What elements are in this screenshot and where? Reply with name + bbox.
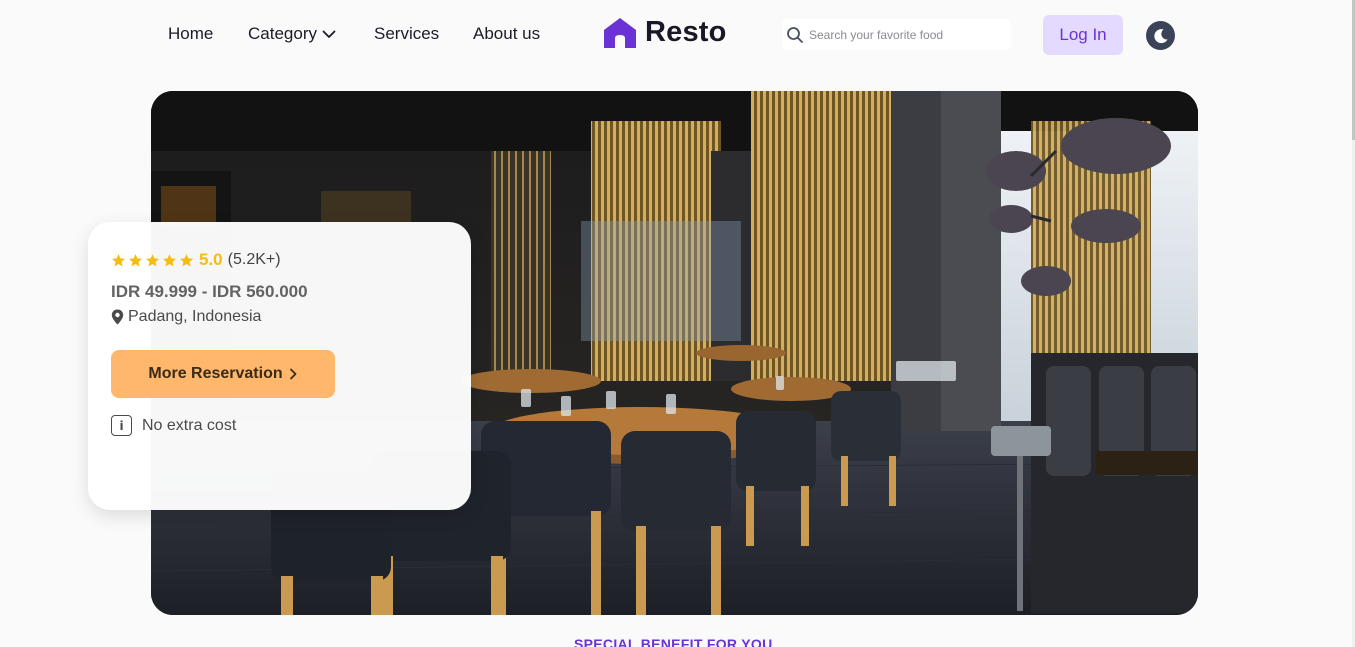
no-extra-cost-note: i No extra cost xyxy=(111,415,236,436)
moon-icon xyxy=(1153,28,1167,43)
star-icon xyxy=(180,253,193,266)
nav-services-link[interactable]: Services xyxy=(374,24,439,44)
rating-score: 5.0 xyxy=(199,250,223,269)
section-heading: SPECIAL BENEFIT FOR YOU xyxy=(574,636,773,647)
brand-name: Resto xyxy=(645,16,727,48)
rating: 5.0 (5.2K+) xyxy=(111,250,281,270)
location: Padang, Indonesia xyxy=(111,308,261,326)
chevron-right-icon xyxy=(289,368,297,380)
restaurant-info-card: 5.0 (5.2K+) IDR 49.999 - IDR 560.000 Pad… xyxy=(88,222,471,510)
brand-logo[interactable]: Resto xyxy=(603,16,727,49)
nav-category-dropdown[interactable]: Category xyxy=(248,24,337,44)
nav-about-link[interactable]: About us xyxy=(473,24,540,44)
nav-category-label: Category xyxy=(248,24,317,43)
chevron-down-icon xyxy=(322,30,336,38)
theme-toggle-button[interactable] xyxy=(1146,21,1175,50)
search-icon xyxy=(787,26,803,43)
location-label: Padang, Indonesia xyxy=(128,308,262,325)
reserve-label: More Reservation xyxy=(148,365,283,382)
page: Home Category Services About us Resto Lo… xyxy=(0,0,1355,647)
nav-home-link[interactable]: Home xyxy=(168,24,213,44)
review-count: (5.2K+) xyxy=(227,251,281,268)
house-icon xyxy=(604,17,636,48)
search-input[interactable] xyxy=(809,27,1004,42)
star-icon xyxy=(112,253,125,266)
search-bar[interactable] xyxy=(782,19,1011,50)
star-icon xyxy=(129,253,142,266)
login-button[interactable]: Log In xyxy=(1043,15,1123,55)
more-reservation-button[interactable]: More Reservation xyxy=(111,350,335,398)
star-icon xyxy=(163,253,176,266)
star-icon xyxy=(146,253,159,266)
map-pin-icon xyxy=(111,309,124,325)
note-label: No extra cost xyxy=(142,416,237,434)
info-icon: i xyxy=(111,415,132,436)
price-range: IDR 49.999 - IDR 560.000 xyxy=(111,282,308,301)
